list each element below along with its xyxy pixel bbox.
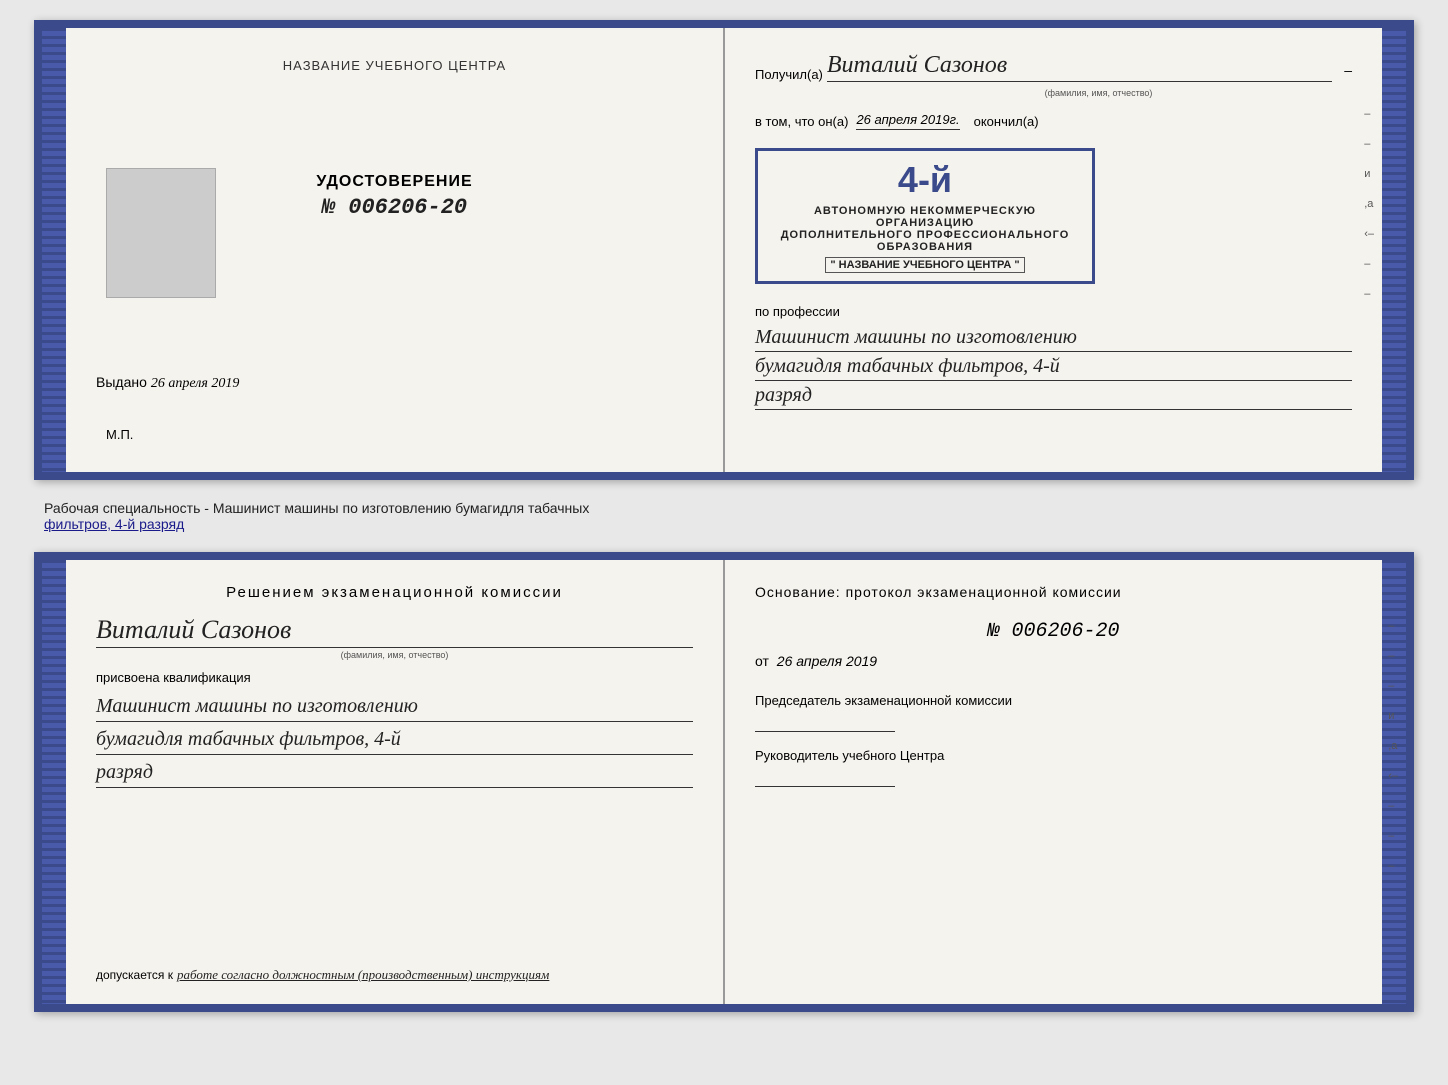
bot-fio-hint: (фамилия, имя, отчество)	[96, 650, 693, 660]
profession-label: по профессии	[755, 304, 1352, 319]
bot-right-date: от 26 апреля 2019	[755, 653, 1352, 669]
date-value: 26 апреля 2019	[777, 653, 877, 669]
profession-line1: Машинист машины по изготовлению	[755, 323, 1352, 352]
bot-title: Решением экзаменационной комиссии	[96, 584, 693, 601]
bottom-right-page: Основание: протокол экзаменационной коми…	[725, 560, 1382, 1004]
bot-qual-line2: бумагидля табачных фильтров, 4-й	[96, 724, 693, 755]
spine-bottom-left	[42, 560, 66, 1004]
bottom-document: Решением экзаменационной комиссии Витали…	[34, 552, 1414, 1012]
side-marks-bottom: – – – и ,а ‹– – – –	[1388, 620, 1398, 872]
stamp-text2: ДОПОЛНИТЕЛЬНОГО ПРОФЕССИОНАЛЬНОГО ОБРАЗО…	[772, 229, 1078, 253]
stamp-text1: АВТОНОМНУЮ НЕКОММЕРЧЕСКУЮ ОРГАНИЗАЦИЮ	[772, 205, 1078, 229]
vtom-label: в том, что он(а)	[755, 114, 848, 129]
stamp-block: 4-й АВТОНОМНУЮ НЕКОММЕРЧЕСКУЮ ОРГАНИЗАЦИ…	[755, 148, 1352, 284]
profession-line2: бумагидля табачных фильтров, 4-й	[755, 352, 1352, 381]
recipient-line: Получил(а) Виталий Сазонов –	[755, 52, 1352, 82]
photo-placeholder	[106, 168, 216, 298]
bot-predsed-sign-line	[755, 712, 895, 732]
issued-label: Выдано	[96, 374, 147, 390]
stamp-number: 4-й	[772, 159, 1078, 201]
okonchil-label: окончил(а)	[974, 114, 1039, 129]
bot-ruk-label: Руководитель учебного Центра	[755, 748, 1352, 763]
bot-right-number: № 006206-20	[755, 620, 1352, 643]
side-marks-top: – – и ,а ‹– – –	[1364, 108, 1374, 300]
bot-dopusk-label: допускается к	[96, 968, 173, 982]
cert-label: УДОСТОВЕРЕНИЕ	[316, 173, 472, 191]
date-prefix: от	[755, 653, 769, 669]
bottom-left-page: Решением экзаменационной комиссии Витали…	[66, 560, 725, 1004]
cert-number: № 006206-20	[316, 195, 472, 220]
issued-block: Выдано 26 апреля 2019	[96, 374, 693, 392]
spine-right	[1382, 28, 1406, 472]
bot-qual-line1: Машинист машины по изготовлению	[96, 691, 693, 722]
bot-osnov-label: Основание: протокол экзаменационной коми…	[755, 584, 1352, 600]
recipient-name: Виталий Сазонов	[827, 52, 1332, 82]
vtom-date: 26 апреля 2019г.	[856, 112, 959, 130]
bot-assigned-label: присвоена квалификация	[96, 670, 693, 685]
dash-after-name: –	[1344, 62, 1352, 78]
bot-predsed-label: Председатель экзаменационной комиссии	[755, 693, 1352, 708]
profession-line3: разряд	[755, 381, 1352, 410]
bot-ruk-sign-line	[755, 767, 895, 787]
spine-left	[42, 28, 66, 472]
middle-text-block: Рабочая специальность - Машинист машины …	[34, 496, 1414, 536]
fio-hint-top: (фамилия, имя, отчество)	[755, 88, 1352, 98]
left-page-title: НАЗВАНИЕ УЧЕБНОГО ЦЕНТРА	[283, 58, 506, 73]
cert-block: УДОСТОВЕРЕНИЕ № 006206-20	[316, 173, 472, 220]
bot-person-name: Виталий Сазонов	[96, 615, 693, 648]
bot-dopusk-value: работе согласно должностным (производств…	[177, 967, 549, 982]
stamp-text3: " НАЗВАНИЕ УЧЕБНОГО ЦЕНТРА "	[825, 257, 1024, 273]
middle-text-line2: фильтров, 4-й разряд	[44, 516, 1404, 532]
middle-text-line1: Рабочая специальность - Машинист машины …	[44, 500, 1404, 516]
vtom-line: в том, что он(а) 26 апреля 2019г. окончи…	[755, 112, 1352, 130]
issued-date: 26 апреля 2019	[151, 376, 239, 391]
received-label: Получил(а)	[755, 67, 823, 82]
top-left-page: НАЗВАНИЕ УЧЕБНОГО ЦЕНТРА УДОСТОВЕРЕНИЕ №…	[66, 28, 725, 472]
top-document: НАЗВАНИЕ УЧЕБНОГО ЦЕНТРА УДОСТОВЕРЕНИЕ №…	[34, 20, 1414, 480]
bot-dopusk-block: допускается к работе согласно должностны…	[96, 946, 693, 984]
mp-label: М.П.	[106, 427, 133, 442]
bot-qual-line3: разряд	[96, 757, 693, 788]
top-right-page: Получил(а) Виталий Сазонов – (фамилия, и…	[725, 28, 1382, 472]
stamp-box: 4-й АВТОНОМНУЮ НЕКОММЕРЧЕСКУЮ ОРГАНИЗАЦИ…	[755, 148, 1095, 284]
